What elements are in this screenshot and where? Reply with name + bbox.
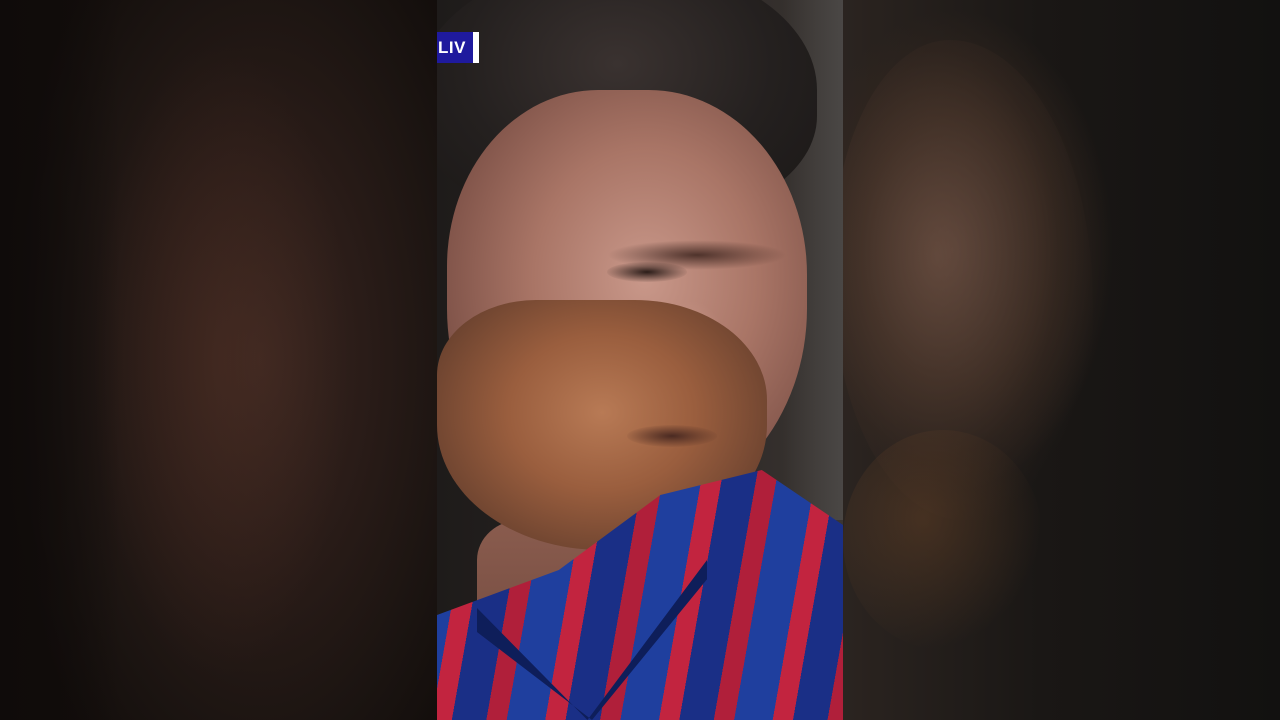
blurred-beard-shape	[843, 430, 1043, 650]
player-eye	[607, 262, 687, 282]
blurred-hair-shape	[90, 40, 350, 680]
blurred-right-panel	[843, 0, 1280, 720]
video-frame[interactable]: LIV	[0, 0, 1280, 720]
scorebug-divider	[472, 32, 479, 63]
scorebug-team-label: LIV	[437, 32, 473, 63]
player-mouth	[627, 425, 717, 447]
scorebug: LIV	[437, 32, 479, 63]
blurred-left-panel	[0, 0, 437, 720]
left-edge-shadow	[0, 0, 120, 720]
video-content	[437, 0, 843, 720]
